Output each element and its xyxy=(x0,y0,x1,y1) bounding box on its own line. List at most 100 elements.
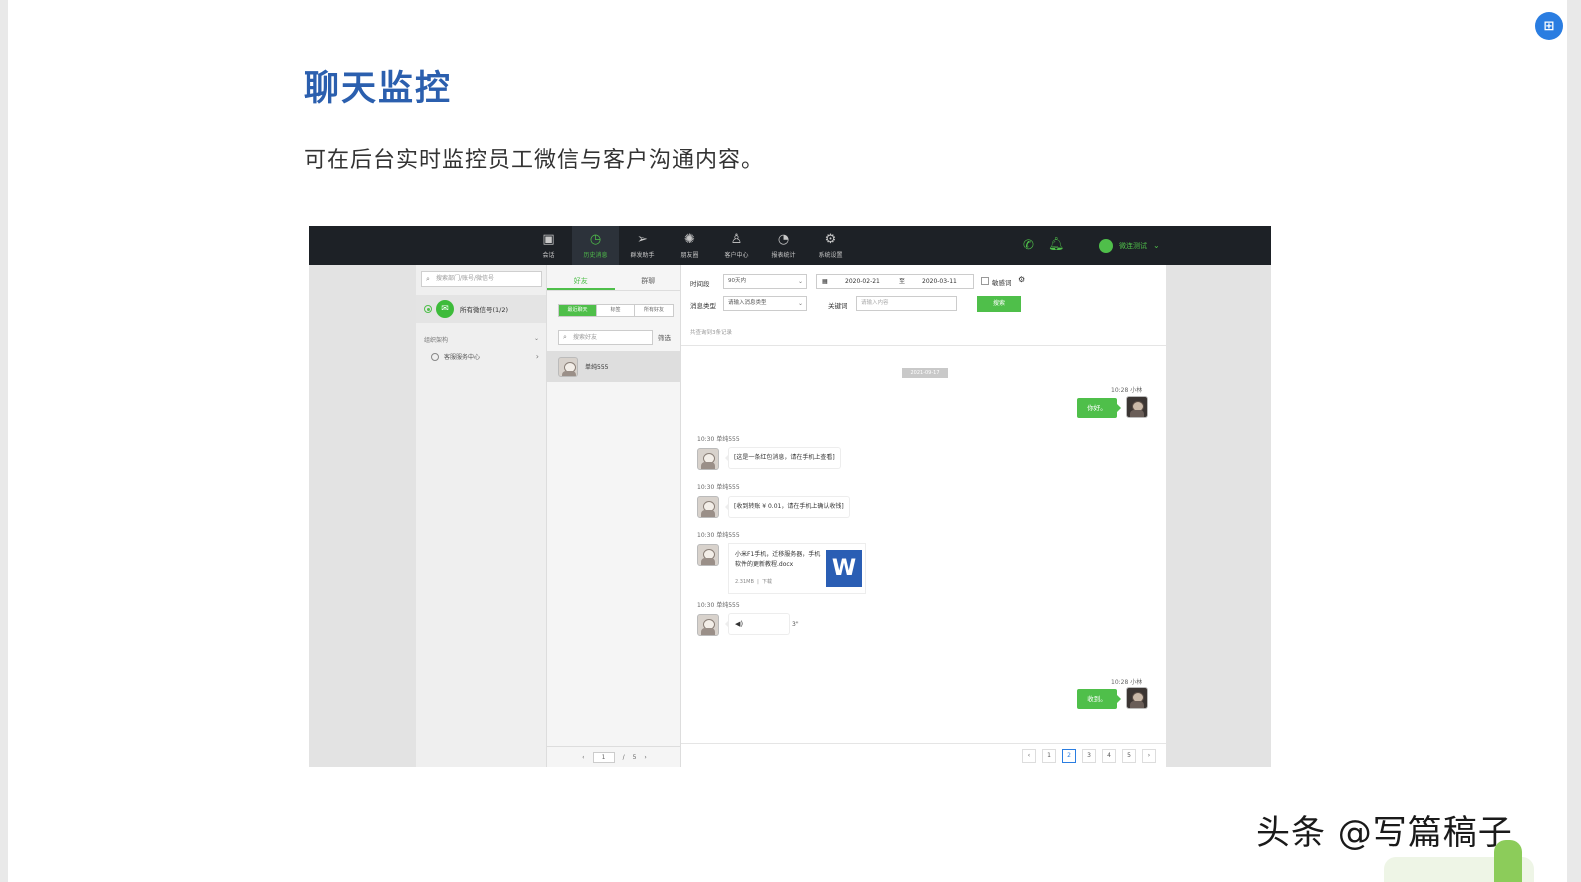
result-count: 共查询到3条记录 xyxy=(690,330,732,336)
file-download-link[interactable]: 下载 xyxy=(762,579,772,585)
search-placeholder: 搜索好友 xyxy=(573,334,598,341)
chevron-down-icon: ⌄ xyxy=(797,300,803,307)
period-select[interactable]: 90天内 ⌄ xyxy=(723,274,807,289)
org-structure-toggle[interactable]: 组织架构 ⌄ xyxy=(424,335,539,344)
search-button[interactable]: 搜索 xyxy=(977,296,1021,312)
search-icon: ⌕ xyxy=(426,275,430,283)
message-filters: 时间段 90天内 ⌄ ▦ 2020-02-21 至 2020-03-11 敏感词 … xyxy=(681,265,1166,346)
page-button-2[interactable]: 2 xyxy=(1062,748,1076,763)
friend-list-item[interactable]: 单纯555 xyxy=(547,351,682,382)
page-separator: / xyxy=(622,753,625,761)
gear-icon: ⚙ xyxy=(824,231,837,247)
page-button-4[interactable]: 4 xyxy=(1102,748,1116,763)
selected-radio[interactable] xyxy=(424,305,432,313)
message-type-select[interactable]: 请输入消息类型 ⌄ xyxy=(723,296,807,311)
all-accounts-item[interactable]: ✉ 所有微信号(1/2) xyxy=(416,295,546,323)
friend-filter-segment: 最近聊天 标签 所有好友 xyxy=(558,304,674,317)
filter-button[interactable]: 筛选 xyxy=(658,332,671,342)
tab-groups[interactable]: 群聊 xyxy=(615,271,683,290)
account-label: 所有微信号(1/2) xyxy=(460,306,509,314)
next-page-button[interactable]: › xyxy=(1142,748,1156,763)
scrollbar-track[interactable] xyxy=(1567,0,1581,882)
keyword-placeholder: 请输入内容 xyxy=(861,300,889,306)
next-page-button[interactable]: › xyxy=(644,754,646,761)
message-type-label: 消息类型 xyxy=(690,302,716,310)
phone-icon[interactable]: ✆ xyxy=(1023,238,1034,253)
search-placeholder: 搜索部门/账号/微信号 xyxy=(436,275,495,282)
date-end: 2020-03-11 xyxy=(922,278,957,285)
page-button-5[interactable]: 5 xyxy=(1122,748,1136,763)
chevron-down-icon: ⌄ xyxy=(797,278,803,285)
org-child-label: 客服服务中心 xyxy=(444,354,481,361)
file-message-card[interactable]: 小米F1手机，迁移服务器，手机软件的更新教程.docx 2.31MB | 下载 … xyxy=(729,544,865,593)
translate-icon: ⊞ xyxy=(1543,18,1555,34)
prev-page-button[interactable]: ‹ xyxy=(1022,748,1036,763)
segment-tags[interactable]: 标签 xyxy=(597,305,635,316)
chevron-right-icon: › xyxy=(535,352,539,361)
message-meta: 10:28 小林 xyxy=(1111,387,1143,394)
nav-item-settings[interactable]: ⚙ 系统设置 xyxy=(807,226,854,265)
message-meta: 10:28 小林 xyxy=(1111,679,1143,686)
nav-label: 会话 xyxy=(542,251,555,259)
gear-icon[interactable]: ⚙ xyxy=(1018,275,1025,284)
chat-pager: ‹ 1 2 3 4 5 › xyxy=(681,743,1166,767)
prev-page-button[interactable]: ‹ xyxy=(582,754,584,761)
user-menu[interactable]: 微连测试 ⌄ xyxy=(1099,226,1160,265)
message-meta: 10:30 单纯555 xyxy=(697,602,740,609)
voice-message-bubble[interactable]: ◀) xyxy=(725,614,789,634)
aperture-icon: ✺ xyxy=(684,231,695,247)
translate-button[interactable]: ⊞ xyxy=(1535,12,1563,40)
nav-label: 历史消息 xyxy=(583,251,608,259)
outgoing-message-bubble: 收到。 xyxy=(1077,689,1121,709)
nav-item-moments[interactable]: ✺ 朋友圈 xyxy=(666,226,713,265)
file-meta: 2.31MB | 下载 xyxy=(735,578,772,585)
search-icon: ⌕ xyxy=(563,333,567,341)
friend-avatar xyxy=(697,544,719,566)
keyword-input[interactable]: 请输入内容 xyxy=(856,296,957,311)
nav-item-history[interactable]: ◷ 历史消息 xyxy=(572,226,619,265)
nav-item-customers[interactable]: ♙ 客户中心 xyxy=(713,226,760,265)
bell-icon[interactable]: 🔔︎ xyxy=(1048,237,1065,252)
message-meta: 10:30 单纯555 xyxy=(697,532,740,539)
nav-label: 群发助手 xyxy=(630,251,655,259)
segment-all-friends[interactable]: 所有好友 xyxy=(635,305,673,316)
speaker-icon: ◀) xyxy=(735,620,744,628)
nav-item-broadcast[interactable]: ➢ 群发助手 xyxy=(619,226,666,265)
friend-tabs: 好友 群聊 xyxy=(547,271,682,291)
nav-label: 朋友圈 xyxy=(680,251,699,259)
sensitive-checkbox[interactable] xyxy=(981,277,989,285)
date-separator: 至 xyxy=(899,278,906,285)
nav-item-reports[interactable]: ◔ 报表统计 xyxy=(760,226,807,265)
page-input[interactable]: 1 xyxy=(592,751,615,763)
friend-list-panel: 好友 群聊 最近聊天 标签 所有好友 ⌕ 搜索好友 筛选 单纯555 ‹ 1 / … xyxy=(546,265,682,767)
account-search-input[interactable]: ⌕ 搜索部门/账号/微信号 xyxy=(421,271,542,287)
message-meta: 10:30 单纯555 xyxy=(697,484,740,491)
message-meta: 10:30 单纯555 xyxy=(697,436,740,443)
date-range-picker[interactable]: ▦ 2020-02-21 至 2020-03-11 xyxy=(816,274,974,289)
account-panel: ⌕ 搜索部门/账号/微信号 ✉ 所有微信号(1/2) 组织架构 ⌄ 客服服务中心 › xyxy=(416,265,546,767)
page-button-1[interactable]: 1 xyxy=(1042,748,1056,763)
agent-avatar xyxy=(1126,687,1148,709)
nav-item-chat[interactable]: ▣ 会话 xyxy=(525,226,572,265)
file-size: 2.31MB xyxy=(735,579,754,585)
incoming-message-bubble: [收到转账 ¥ 0.01，请在手机上确认收钱] xyxy=(725,497,849,517)
right-gutter xyxy=(1166,265,1271,767)
segment-recent[interactable]: 最近聊天 xyxy=(559,305,597,316)
slide-description: 可在后台实时监控员工微信与客户沟通内容。 xyxy=(304,148,765,173)
calendar-icon: ▦ xyxy=(822,278,828,285)
file-name: 小米F1手机，迁移服务器，手机软件的更新教程.docx xyxy=(735,551,821,568)
friend-search-input[interactable]: ⌕ 搜索好友 xyxy=(558,330,653,345)
tab-friends[interactable]: 好友 xyxy=(547,271,615,290)
period-value: 90天内 xyxy=(728,278,746,284)
org-item-service-center[interactable]: 客服服务中心 › xyxy=(431,352,539,361)
chevron-down-icon: ⌄ xyxy=(533,335,539,342)
date-start: 2020-02-21 xyxy=(845,278,880,285)
unselected-radio[interactable] xyxy=(431,352,439,361)
friend-avatar xyxy=(558,356,578,377)
outgoing-message-bubble: 你好。 xyxy=(1077,398,1121,418)
page-edge-left xyxy=(0,0,8,882)
period-label: 时间段 xyxy=(690,280,710,288)
sensitive-label: 敏感词 xyxy=(992,279,1012,287)
top-navigation-bar: ▣ 会话 ◷ 历史消息 ➢ 群发助手 ✺ 朋友圈 ♙ 客户中心 ◔ 报表统计 ⚙ 系统设置 ✆… xyxy=(309,226,1271,265)
page-button-3[interactable]: 3 xyxy=(1082,748,1096,763)
